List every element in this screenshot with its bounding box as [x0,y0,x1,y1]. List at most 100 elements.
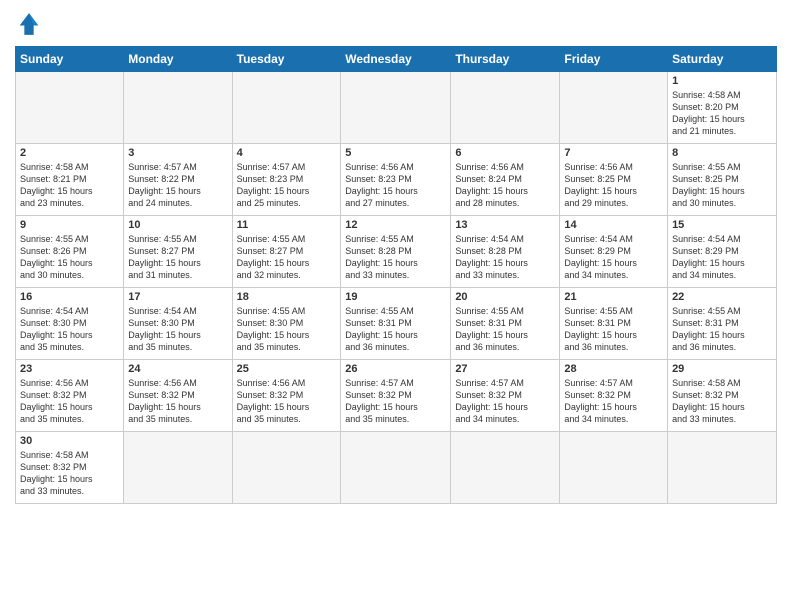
day-info: Sunrise: 4:56 AM Sunset: 8:32 PM Dayligh… [237,377,337,426]
day-number: 11 [237,219,337,231]
weekday-header-saturday: Saturday [668,47,777,72]
week-row-5: 23 Sunrise: 4:56 AM Sunset: 8:32 PM Dayli… [16,360,777,432]
calendar-cell [451,72,560,144]
calendar-cell: 9 Sunrise: 4:55 AM Sunset: 8:26 PM Daylig… [16,216,124,288]
weekday-header-sunday: Sunday [16,47,124,72]
day-info: Sunrise: 4:54 AM Sunset: 8:30 PM Dayligh… [128,305,227,354]
calendar-cell: 4Sunrise: 4:57 AM Sunset: 8:23 PM Daylig… [232,144,341,216]
day-number: 24 [128,363,227,375]
day-info: Sunrise: 4:58 AM Sunset: 8:32 PM Dayligh… [20,449,119,498]
calendar-cell: 13 Sunrise: 4:54 AM Sunset: 8:28 PM Dayli… [451,216,560,288]
day-number: 21 [564,291,663,303]
calendar-cell [341,432,451,504]
day-info: Sunrise: 4:54 AM Sunset: 8:29 PM Dayligh… [564,233,663,282]
calendar-cell: 16Sunrise: 4:54 AM Sunset: 8:30 PM Dayli… [16,288,124,360]
day-number: 28 [564,363,663,375]
day-number: 27 [455,363,555,375]
week-row-6: 30 Sunrise: 4:58 AM Sunset: 8:32 PM Dayli… [16,432,777,504]
calendar-cell: 23 Sunrise: 4:56 AM Sunset: 8:32 PM Dayli… [16,360,124,432]
day-number: 8 [672,147,772,159]
week-row-4: 16Sunrise: 4:54 AM Sunset: 8:30 PM Dayli… [16,288,777,360]
day-info: Sunrise: 4:57 AM Sunset: 8:32 PM Dayligh… [455,377,555,426]
day-number: 23 [20,363,119,375]
week-row-3: 9 Sunrise: 4:55 AM Sunset: 8:26 PM Daylig… [16,216,777,288]
day-info: Sunrise: 4:55 AM Sunset: 8:31 PM Dayligh… [345,305,446,354]
day-info: Sunrise: 4:56 AM Sunset: 8:23 PM Dayligh… [345,161,446,210]
calendar-cell [124,72,232,144]
day-info: Sunrise: 4:55 AM Sunset: 8:25 PM Dayligh… [672,161,772,210]
day-number: 9 [20,219,119,231]
day-number: 5 [345,147,446,159]
day-info: Sunrise: 4:58 AM Sunset: 8:21 PM Dayligh… [20,161,119,210]
calendar-cell [560,72,668,144]
day-info: Sunrise: 4:55 AM Sunset: 8:30 PM Dayligh… [237,305,337,354]
day-info: Sunrise: 4:57 AM Sunset: 8:22 PM Dayligh… [128,161,227,210]
page-header [15,10,777,38]
day-number: 17 [128,291,227,303]
day-number: 1 [672,75,772,87]
day-info: Sunrise: 4:55 AM Sunset: 8:27 PM Dayligh… [128,233,227,282]
day-info: Sunrise: 4:54 AM Sunset: 8:29 PM Dayligh… [672,233,772,282]
day-number: 19 [345,291,446,303]
calendar-cell [16,72,124,144]
day-number: 26 [345,363,446,375]
day-number: 29 [672,363,772,375]
calendar-cell: 12Sunrise: 4:55 AM Sunset: 8:28 PM Dayli… [341,216,451,288]
day-info: Sunrise: 4:55 AM Sunset: 8:26 PM Dayligh… [20,233,119,282]
day-info: Sunrise: 4:57 AM Sunset: 8:32 PM Dayligh… [345,377,446,426]
calendar-cell: 21Sunrise: 4:55 AM Sunset: 8:31 PM Dayli… [560,288,668,360]
day-number: 30 [20,435,119,447]
day-number: 2 [20,147,119,159]
calendar-cell: 20 Sunrise: 4:55 AM Sunset: 8:31 PM Dayli… [451,288,560,360]
day-number: 25 [237,363,337,375]
calendar-cell: 18Sunrise: 4:55 AM Sunset: 8:30 PM Dayli… [232,288,341,360]
calendar-cell: 19 Sunrise: 4:55 AM Sunset: 8:31 PM Dayli… [341,288,451,360]
calendar-cell [232,432,341,504]
day-info: Sunrise: 4:58 AM Sunset: 8:20 PM Dayligh… [672,89,772,138]
day-number: 6 [455,147,555,159]
weekday-header-thursday: Thursday [451,47,560,72]
calendar-cell [232,72,341,144]
calendar-cell: 1 Sunrise: 4:58 AM Sunset: 8:20 PM Daylig… [668,72,777,144]
calendar-cell: 17 Sunrise: 4:54 AM Sunset: 8:30 PM Dayli… [124,288,232,360]
day-info: Sunrise: 4:55 AM Sunset: 8:27 PM Dayligh… [237,233,337,282]
day-info: Sunrise: 4:56 AM Sunset: 8:32 PM Dayligh… [128,377,227,426]
day-number: 3 [128,147,227,159]
day-info: Sunrise: 4:56 AM Sunset: 8:25 PM Dayligh… [564,161,663,210]
day-number: 15 [672,219,772,231]
day-number: 14 [564,219,663,231]
calendar-cell [668,432,777,504]
calendar-cell: 27 Sunrise: 4:57 AM Sunset: 8:32 PM Dayli… [451,360,560,432]
day-info: Sunrise: 4:58 AM Sunset: 8:32 PM Dayligh… [672,377,772,426]
logo [15,10,47,38]
day-info: Sunrise: 4:54 AM Sunset: 8:30 PM Dayligh… [20,305,119,354]
day-info: Sunrise: 4:57 AM Sunset: 8:32 PM Dayligh… [564,377,663,426]
week-row-2: 2 Sunrise: 4:58 AM Sunset: 8:21 PM Daylig… [16,144,777,216]
calendar-table: SundayMondayTuesdayWednesdayThursdayFrid… [15,46,777,504]
calendar-cell: 5 Sunrise: 4:56 AM Sunset: 8:23 PM Daylig… [341,144,451,216]
calendar-cell: 6 Sunrise: 4:56 AM Sunset: 8:24 PM Daylig… [451,144,560,216]
calendar-cell [560,432,668,504]
weekday-header-tuesday: Tuesday [232,47,341,72]
calendar-cell: 30 Sunrise: 4:58 AM Sunset: 8:32 PM Dayli… [16,432,124,504]
day-number: 4 [237,147,337,159]
calendar-cell: 8 Sunrise: 4:55 AM Sunset: 8:25 PM Daylig… [668,144,777,216]
calendar-cell: 2 Sunrise: 4:58 AM Sunset: 8:21 PM Daylig… [16,144,124,216]
day-info: Sunrise: 4:56 AM Sunset: 8:32 PM Dayligh… [20,377,119,426]
day-info: Sunrise: 4:56 AM Sunset: 8:24 PM Dayligh… [455,161,555,210]
weekday-header-wednesday: Wednesday [341,47,451,72]
day-info: Sunrise: 4:54 AM Sunset: 8:28 PM Dayligh… [455,233,555,282]
calendar-cell: 26 Sunrise: 4:57 AM Sunset: 8:32 PM Dayli… [341,360,451,432]
week-row-1: 1 Sunrise: 4:58 AM Sunset: 8:20 PM Daylig… [16,72,777,144]
calendar-cell: 15 Sunrise: 4:54 AM Sunset: 8:29 PM Dayli… [668,216,777,288]
calendar-cell: 22Sunrise: 4:55 AM Sunset: 8:31 PM Dayli… [668,288,777,360]
weekday-header-friday: Friday [560,47,668,72]
day-number: 20 [455,291,555,303]
calendar-cell: 28 Sunrise: 4:57 AM Sunset: 8:32 PM Dayli… [560,360,668,432]
day-info: Sunrise: 4:55 AM Sunset: 8:31 PM Dayligh… [455,305,555,354]
day-number: 7 [564,147,663,159]
calendar-cell: 25 Sunrise: 4:56 AM Sunset: 8:32 PM Dayli… [232,360,341,432]
day-number: 12 [345,219,446,231]
day-number: 13 [455,219,555,231]
day-number: 10 [128,219,227,231]
